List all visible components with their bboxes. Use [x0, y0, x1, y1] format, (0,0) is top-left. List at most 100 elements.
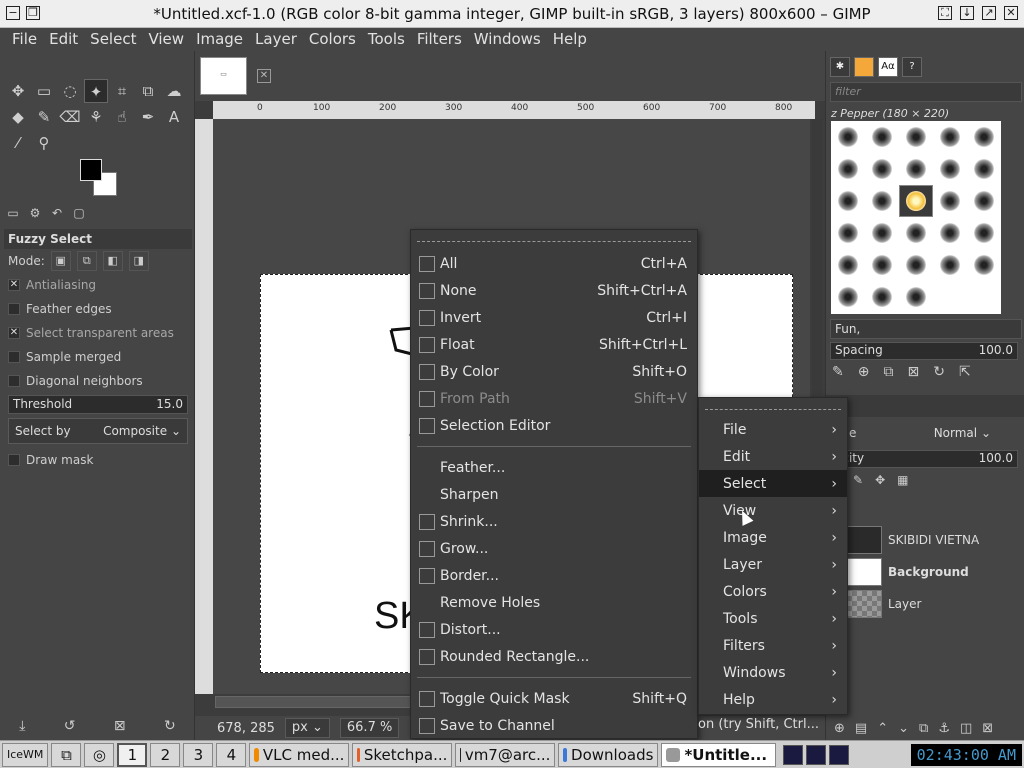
lower-layer-icon[interactable]: ⌄	[898, 721, 909, 736]
brush-item[interactable]	[865, 153, 899, 185]
menu-edit[interactable]: Edit	[43, 28, 84, 51]
close-image-tab-icon[interactable]: ✕	[257, 69, 271, 83]
threshold-value[interactable]: 15.0	[156, 397, 183, 412]
mode-subtract-icon[interactable]: ◧	[102, 251, 123, 271]
new-group-icon[interactable]: ▤	[855, 721, 867, 736]
diagonal-neighbors-checkbox[interactable]	[8, 375, 20, 387]
select-menu-distort[interactable]: Distort...	[411, 616, 697, 643]
draw-mask-checkbox[interactable]	[8, 454, 20, 466]
layer-row[interactable]: SKIBIDI VIETNA	[846, 524, 1024, 556]
layer-row[interactable]: Background	[846, 556, 1024, 588]
select-transparent-row[interactable]: ✕ Select transparent areas	[4, 321, 192, 345]
layer-mode-combo[interactable]: ode Normal ⌄	[830, 421, 995, 445]
tray-cpu-icon[interactable]	[783, 744, 804, 765]
context-menu-colors[interactable]: Colors ›	[699, 578, 847, 605]
workspace-2[interactable]: 2	[150, 742, 181, 767]
feather-edges-checkbox[interactable]	[8, 303, 20, 315]
fullscreen-icon[interactable]: ⛶	[938, 6, 952, 20]
rect-select-tool-icon[interactable]: ▭	[32, 79, 56, 103]
brush-item[interactable]	[865, 121, 899, 153]
menu-image[interactable]: Image	[190, 28, 249, 51]
select-menu-toggle-quick-mask[interactable]: Toggle Quick Mask Shift+Q	[411, 685, 697, 712]
mode-intersect-icon[interactable]: ◨	[128, 251, 149, 271]
layer-opacity-slider[interactable]: acity 100.0	[830, 450, 1018, 468]
sample-merged-row[interactable]: Sample merged	[4, 345, 192, 369]
antialiasing-row[interactable]: ✕ Antialiasing	[4, 273, 192, 297]
browser-launcher-icon[interactable]: ◎	[84, 742, 115, 767]
paintbrush-tool-icon[interactable]: ✎	[32, 105, 56, 129]
raise-layer-icon[interactable]: ⌃	[877, 721, 888, 736]
crop-tool-icon[interactable]: ⌗	[110, 79, 134, 103]
bucket-fill-tool-icon[interactable]: ◆	[6, 105, 30, 129]
brush-item[interactable]	[967, 185, 1001, 217]
menu-filters[interactable]: Filters	[411, 28, 468, 51]
draw-mask-row[interactable]: Draw mask	[4, 448, 192, 472]
brush-item[interactable]	[933, 217, 967, 249]
brush-spacing-slider[interactable]: Spacing 100.0	[830, 342, 1018, 360]
undo-history-tab-icon[interactable]: ↶	[48, 206, 66, 224]
brush-item[interactable]	[967, 121, 1001, 153]
unit-combo[interactable]: px ⌄	[284, 718, 330, 738]
new-layer-icon[interactable]: ⊕	[834, 721, 845, 736]
lock-position-icon[interactable]: ✥	[875, 473, 885, 487]
brush-item[interactable]	[933, 249, 967, 281]
brush-item[interactable]	[899, 281, 933, 313]
select-menu-by-color[interactable]: By Color Shift+O	[411, 358, 697, 385]
brush-item[interactable]	[967, 249, 1001, 281]
brush-item[interactable]	[899, 217, 933, 249]
restore-options-icon[interactable]: ↺	[64, 718, 76, 740]
menu-layer[interactable]: Layer	[249, 28, 303, 51]
mode-replace-icon[interactable]: ▣	[50, 251, 71, 271]
save-options-icon[interactable]: ⤓	[19, 718, 25, 740]
free-select-tool-icon[interactable]: ◌	[58, 79, 82, 103]
color-picker-tool-icon[interactable]: ⁄	[6, 131, 30, 155]
context-menu-view[interactable]: View ›	[699, 497, 847, 524]
brush-item-selected[interactable]	[899, 185, 933, 217]
menu-colors[interactable]: Colors	[303, 28, 362, 51]
context-menu-windows[interactable]: Windows ›	[699, 659, 847, 686]
menu-help[interactable]: Help	[547, 28, 593, 51]
path-tool-icon[interactable]: ✒	[136, 105, 160, 129]
maximize-icon[interactable]: ↗	[982, 6, 996, 20]
zoom-combo[interactable]: 66.7 %	[339, 718, 400, 738]
brush-item[interactable]	[865, 185, 899, 217]
select-menu-none[interactable]: None Shift+Ctrl+A	[411, 277, 697, 304]
move-tool-icon[interactable]: ✥	[6, 79, 30, 103]
brushes-tab-icon[interactable]: ✱	[830, 57, 850, 77]
opacity-value[interactable]: 100.0	[979, 451, 1013, 467]
new-brush-icon[interactable]: ⊕	[858, 364, 870, 380]
brush-item[interactable]	[933, 185, 967, 217]
context-menu-help[interactable]: Help ›	[699, 686, 847, 713]
mode-add-icon[interactable]: ⧉	[76, 251, 97, 271]
tray-net-icon[interactable]	[806, 744, 827, 765]
tray-mail-icon[interactable]	[829, 744, 850, 765]
brush-item[interactable]	[865, 249, 899, 281]
context-menu-file[interactable]: File ›	[699, 416, 847, 443]
workspace-3[interactable]: 3	[183, 742, 214, 767]
taskbar-app-downloads[interactable]: Downloads	[558, 742, 659, 767]
feather-edges-row[interactable]: Feather edges	[4, 297, 192, 321]
select-menu-all[interactable]: All Ctrl+A	[411, 250, 697, 277]
antialiasing-checkbox[interactable]: ✕	[8, 279, 20, 291]
brush-item[interactable]	[831, 185, 865, 217]
open-brush-icon[interactable]: ⇱	[959, 364, 971, 380]
menu-windows[interactable]: Windows	[468, 28, 547, 51]
foreground-color-swatch[interactable]	[80, 159, 102, 181]
context-menu-layer[interactable]: Layer ›	[699, 551, 847, 578]
reset-options-icon[interactable]: ↻	[164, 718, 176, 740]
brush-item[interactable]	[831, 121, 865, 153]
select-menu-sharpen[interactable]: Sharpen	[411, 481, 697, 508]
workspace-4[interactable]: 4	[216, 742, 247, 767]
eraser-tool-icon[interactable]: ⌫	[58, 105, 82, 129]
device-status-tab-icon[interactable]: ⚙	[26, 206, 44, 224]
brush-item[interactable]	[831, 281, 865, 313]
context-menu-select[interactable]: Select ›	[699, 470, 847, 497]
tool-options-tab-icon[interactable]: ▭	[4, 206, 22, 224]
taskbar-app-vlc-med[interactable]: VLC med...	[249, 742, 350, 767]
context-menu-tools[interactable]: Tools ›	[699, 605, 847, 632]
brush-item[interactable]	[967, 217, 1001, 249]
help-tab-icon[interactable]: ?	[902, 57, 922, 77]
brush-item[interactable]	[831, 217, 865, 249]
edit-brush-icon[interactable]: ✎	[832, 364, 844, 380]
clone-tool-icon[interactable]: ⚘	[84, 105, 108, 129]
